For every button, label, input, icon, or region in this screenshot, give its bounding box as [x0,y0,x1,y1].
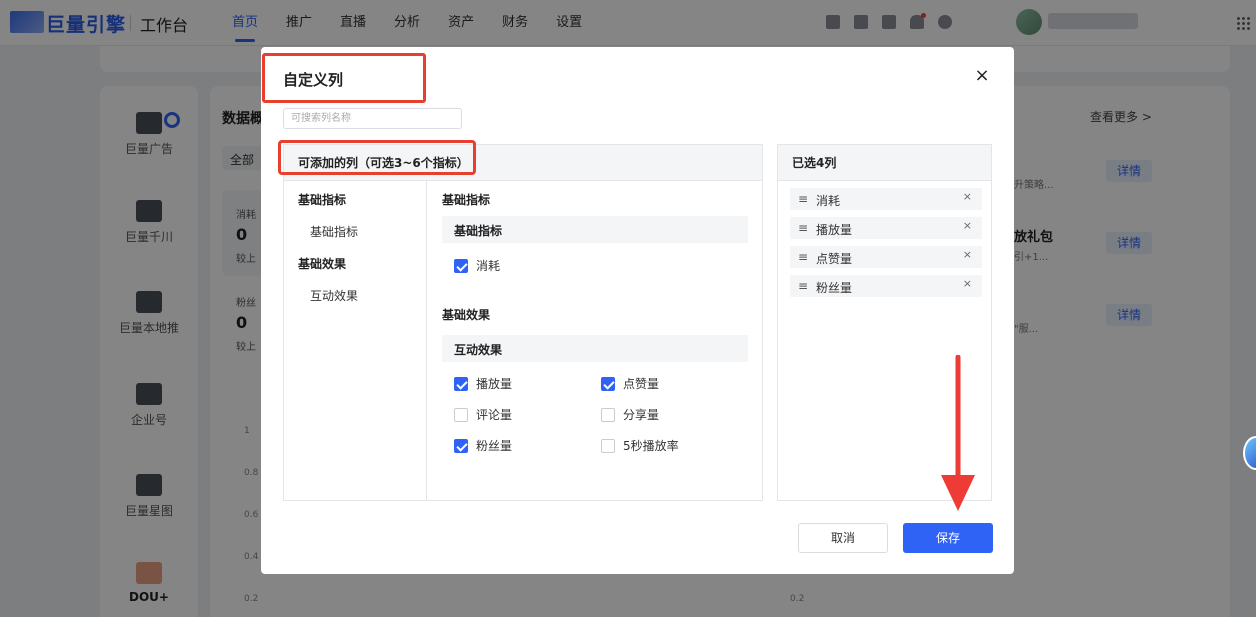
selected-item-label: 粉丝量 [816,281,853,295]
checkbox-checked-icon [454,258,468,273]
selected-item-label: 播放量 [816,223,853,237]
checkbox-label: 消耗 [476,259,501,273]
checkbox-unchecked-icon [454,407,468,422]
selected-columns-header: 已选4列 [778,145,991,181]
drag-handle-icon[interactable]: ≡ [798,192,808,206]
checkbox-unchecked-icon [601,407,615,422]
category-group[interactable]: 基础效果 [298,255,346,272]
checkbox-comments[interactable]: 评论量 [454,406,512,423]
subsection-bar: 互动效果 [442,335,748,362]
selected-item[interactable]: ≡ 播放量 × [790,217,982,239]
checkbox-label: 分享量 [623,408,660,422]
checkbox-likes[interactable]: 点赞量 [601,375,659,392]
column-search-input[interactable] [283,108,462,129]
drag-handle-icon[interactable]: ≡ [798,221,808,235]
checkbox-plays[interactable]: 播放量 [454,375,512,392]
close-icon[interactable]: × [973,67,991,85]
category-item[interactable]: 基础指标 [310,223,358,240]
remove-icon[interactable]: × [963,248,972,261]
subsection-label: 互动效果 [454,343,503,357]
category-group[interactable]: 基础指标 [298,191,346,208]
remove-icon[interactable]: × [963,190,972,203]
checkbox-label: 点赞量 [623,377,660,391]
section-title: 基础指标 [442,193,491,207]
selected-item[interactable]: ≡ 消耗 × [790,188,982,210]
checkbox-label: 播放量 [476,377,513,391]
cancel-button[interactable]: 取消 [798,523,888,553]
selected-item[interactable]: ≡ 点赞量 × [790,246,982,268]
checkbox-spend[interactable]: 消耗 [454,257,500,274]
remove-icon[interactable]: × [963,219,972,232]
category-item[interactable]: 互动效果 [310,287,358,304]
checkbox-checked-icon [454,376,468,391]
available-columns-panel: 可添加的列（可选3~6个指标） 基础指标 基础指标 基础效果 互动效果 基础指标… [278,140,763,501]
available-columns-header: 可添加的列（可选3~6个指标） [278,140,762,181]
section-title: 基础效果 [442,308,491,322]
selected-item[interactable]: ≡ 粉丝量 × [790,275,982,297]
metric-options: 基础指标 基础指标 消耗 基础效果 互动效果 播放量 点赞量 评论量 分享量 粉… [442,181,752,500]
selected-item-label: 点赞量 [816,252,853,266]
checkbox-5s-play-rate[interactable]: 5秒播放率 [601,437,679,454]
save-button[interactable]: 保存 [903,523,993,553]
category-list: 基础指标 基础指标 基础效果 互动效果 [284,181,427,500]
checkbox-shares[interactable]: 分享量 [601,406,659,423]
subsection-label: 基础指标 [454,224,503,238]
checkbox-label: 评论量 [476,408,513,422]
customize-columns-dialog: 自定义列 × 可添加的列（可选3~6个指标） 基础指标 基础指标 基础效果 互动… [261,47,1014,574]
selected-count-label: 已选4列 [792,156,837,170]
checkbox-checked-icon [454,438,468,453]
drag-handle-icon[interactable]: ≡ [798,250,808,264]
title-highlight-box [262,53,426,103]
checkbox-unchecked-icon [601,438,615,453]
checkbox-label: 粉丝量 [476,439,513,453]
checkbox-label: 5秒播放率 [623,439,679,453]
subsection-bar: 基础指标 [442,216,748,243]
selected-item-label: 消耗 [816,194,841,208]
remove-icon[interactable]: × [963,277,972,290]
checkbox-checked-icon [601,376,615,391]
available-highlight-box [278,140,476,175]
checkbox-fans[interactable]: 粉丝量 [454,437,512,454]
pointer-arrow-icon [941,355,975,511]
drag-handle-icon[interactable]: ≡ [798,279,808,293]
